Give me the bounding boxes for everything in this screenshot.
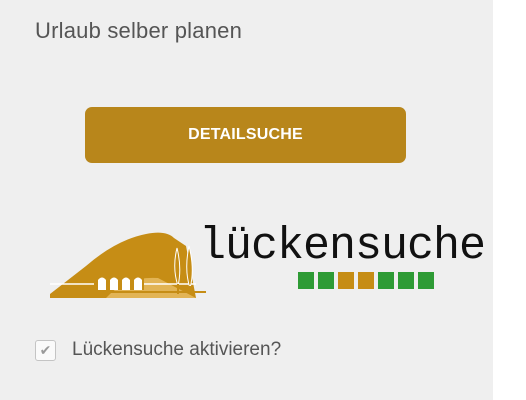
checkbox-label: Lückensuche aktivieren? (72, 339, 282, 360)
logo-square (338, 272, 354, 289)
panel-title: Urlaub selber planen (35, 18, 243, 43)
logo-square (418, 272, 434, 289)
activate-lueckensuche-row[interactable]: ✔ Lückensuche aktivieren? (35, 339, 281, 361)
sidebar-panel: Urlaub selber planen DETAILSUCHE lückens… (0, 0, 493, 400)
lueckensuche-logo[interactable]: lückensuche (46, 218, 486, 304)
checkmark-icon: ✔ (39, 341, 52, 358)
logo-square (318, 272, 334, 289)
landscape-bridge-logo-icon (50, 232, 206, 298)
logo-square (298, 272, 314, 289)
logo-squares (298, 272, 434, 289)
activate-lueckensuche-checkbox[interactable]: ✔ (35, 339, 56, 361)
detailsuche-button[interactable]: DETAILSUCHE (85, 107, 406, 163)
logo-square (378, 272, 394, 289)
logo-square (398, 272, 414, 289)
logo-wordmark: lückensuche (199, 221, 486, 272)
logo-square (358, 272, 374, 289)
